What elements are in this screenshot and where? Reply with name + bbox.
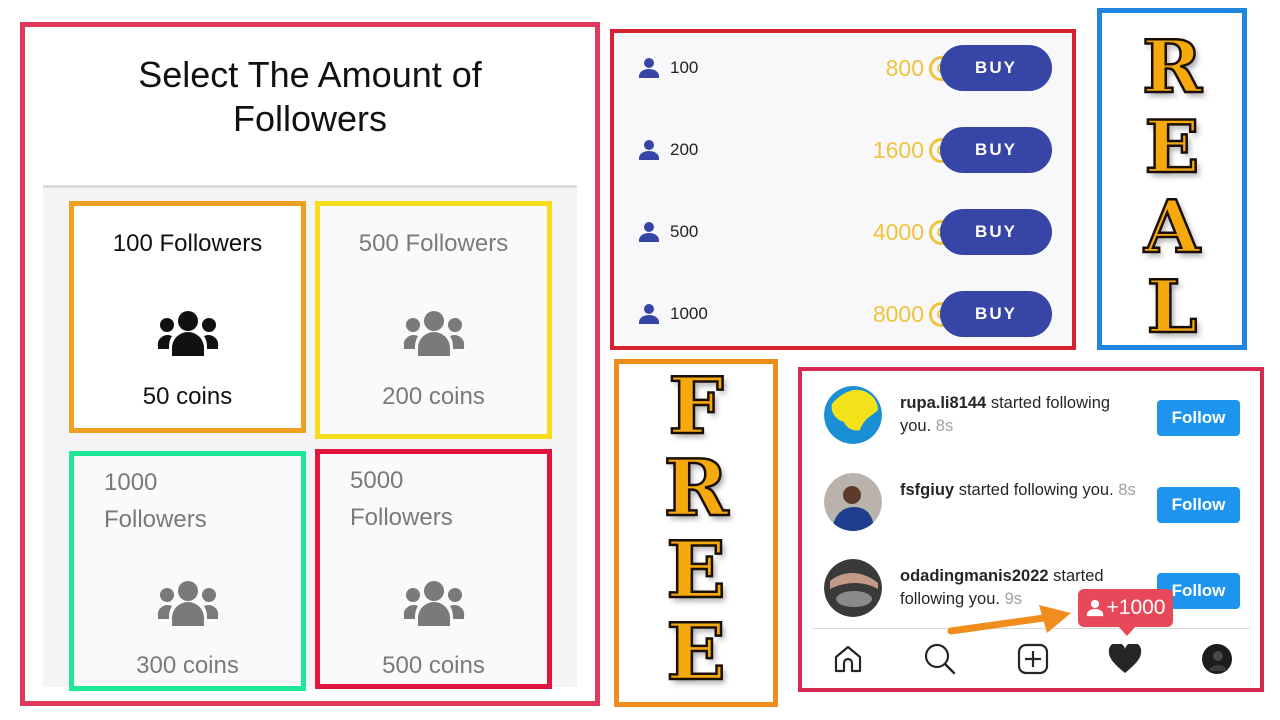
user-icon bbox=[639, 58, 659, 78]
notification-item: rupa.li8144 started following you. 8s Fo… bbox=[802, 378, 1260, 448]
package-100-followers[interactable]: 100 Followers 50 coins bbox=[69, 201, 306, 433]
avatar[interactable] bbox=[824, 386, 882, 444]
new-followers-badge: +1000 bbox=[1078, 589, 1173, 636]
follower-quantity: 1000 bbox=[670, 304, 708, 323]
package-followers-label: 500 Followers bbox=[358, 230, 509, 257]
bottom-tab-bar bbox=[802, 639, 1260, 681]
follower-quantity: 100 bbox=[670, 58, 699, 77]
package-followers-word: Followers bbox=[350, 504, 453, 531]
activity-notifications-panel: rupa.li8144 started following you. 8s Fo… bbox=[798, 367, 1264, 692]
page-title-line1: Select The Amount of bbox=[138, 54, 482, 95]
real-letter: L bbox=[1145, 264, 1198, 349]
follower-quantity: 200 bbox=[670, 140, 699, 159]
tab-profile[interactable] bbox=[1199, 641, 1235, 677]
follower-package-panel: Select The Amount of Followers 100 Follo… bbox=[20, 22, 600, 706]
arrow-icon bbox=[947, 605, 1071, 635]
user-icon bbox=[639, 140, 659, 160]
real-letter: R bbox=[1141, 24, 1203, 109]
package-500-followers[interactable]: 500 Followers 200 coins bbox=[315, 201, 552, 439]
free-label-panel: F R E E bbox=[614, 359, 778, 707]
page-title-line2: Followers bbox=[232, 98, 388, 139]
user-icon bbox=[639, 304, 659, 324]
notification-username[interactable]: fsfgiuy bbox=[900, 481, 954, 499]
free-letter: E bbox=[665, 607, 727, 698]
package-coins-label: 200 coins bbox=[382, 383, 485, 410]
package-followers-label: 1000 Followers bbox=[104, 464, 301, 538]
free-letter: F bbox=[667, 361, 725, 452]
package-followers-word: Followers bbox=[104, 506, 207, 533]
coin-price: 1600 bbox=[872, 136, 924, 163]
badge-count: +1000 bbox=[1106, 596, 1166, 619]
notification-item: fsfgiuy started following you. 8s Follow bbox=[802, 465, 1260, 535]
notification-time: 8s bbox=[1118, 481, 1136, 499]
buy-button[interactable]: BUY bbox=[940, 291, 1052, 337]
tab-new-post[interactable] bbox=[1015, 641, 1051, 677]
buy-button[interactable]: BUY bbox=[940, 45, 1052, 91]
buy-row: 200 1600 C BUY bbox=[614, 125, 1072, 175]
notification-time: 8s bbox=[935, 417, 954, 435]
notification-username[interactable]: rupa.li8144 bbox=[900, 394, 986, 412]
tab-home[interactable] bbox=[830, 641, 866, 677]
package-coins-label: 500 coins bbox=[382, 652, 485, 679]
group-icon bbox=[403, 311, 464, 356]
group-icon bbox=[157, 581, 218, 626]
user-icon bbox=[1086, 599, 1103, 617]
real-letter: A bbox=[1143, 184, 1201, 269]
package-followers-label: 5000 Followers bbox=[350, 462, 547, 536]
free-letter: E bbox=[665, 525, 727, 616]
buy-button[interactable]: BUY bbox=[940, 209, 1052, 255]
follower-quantity: 500 bbox=[670, 222, 699, 241]
real-letter: E bbox=[1143, 104, 1200, 189]
package-followers-label: 100 Followers bbox=[112, 230, 263, 257]
buy-row: 500 4000 C BUY bbox=[614, 207, 1072, 257]
notification-text: rupa.li8144 started following you. 8s bbox=[900, 392, 1140, 438]
buy-button[interactable]: BUY bbox=[940, 127, 1052, 173]
buy-followers-list: 100 800 C BUY 200 1600 C BUY 500 4000 C … bbox=[610, 29, 1076, 350]
free-letter: R bbox=[662, 443, 729, 534]
avatar[interactable] bbox=[824, 559, 882, 617]
coin-price: 4000 bbox=[872, 218, 924, 245]
heart-icon bbox=[1108, 644, 1142, 673]
package-5000-followers[interactable]: 5000 Followers 500 coins bbox=[315, 449, 552, 689]
package-1000-followers[interactable]: 1000 Followers 300 coins bbox=[69, 451, 306, 691]
package-followers-count: 1000 bbox=[104, 469, 158, 496]
real-label-panel: R E A L bbox=[1097, 8, 1247, 350]
notification-username[interactable]: odadingmanis2022 bbox=[900, 567, 1049, 585]
page-title: Select The Amount of Followers bbox=[25, 53, 595, 141]
home-icon bbox=[834, 645, 862, 673]
user-icon bbox=[639, 222, 659, 242]
buy-row: 100 800 C BUY bbox=[614, 43, 1072, 93]
group-icon bbox=[403, 581, 464, 626]
follow-button[interactable]: Follow bbox=[1157, 400, 1240, 436]
group-icon bbox=[157, 311, 218, 356]
avatar[interactable] bbox=[824, 473, 882, 531]
follow-button[interactable]: Follow bbox=[1157, 487, 1240, 523]
add-post-icon bbox=[1017, 643, 1049, 675]
buy-row: 1000 8000 C BUY bbox=[614, 289, 1072, 339]
coin-price: 8000 bbox=[872, 300, 924, 327]
package-coins-label: 300 coins bbox=[136, 652, 239, 679]
tab-activity[interactable] bbox=[1107, 641, 1143, 677]
package-followers-count: 5000 bbox=[350, 467, 404, 494]
tab-search[interactable] bbox=[922, 641, 958, 677]
coin-price: 800 bbox=[885, 54, 924, 81]
search-icon bbox=[924, 643, 956, 675]
profile-avatar bbox=[1202, 644, 1232, 674]
package-coins-label: 50 coins bbox=[142, 383, 233, 410]
notification-message: started following you. bbox=[958, 481, 1114, 499]
notification-text: fsfgiuy started following you. 8s bbox=[900, 479, 1140, 502]
